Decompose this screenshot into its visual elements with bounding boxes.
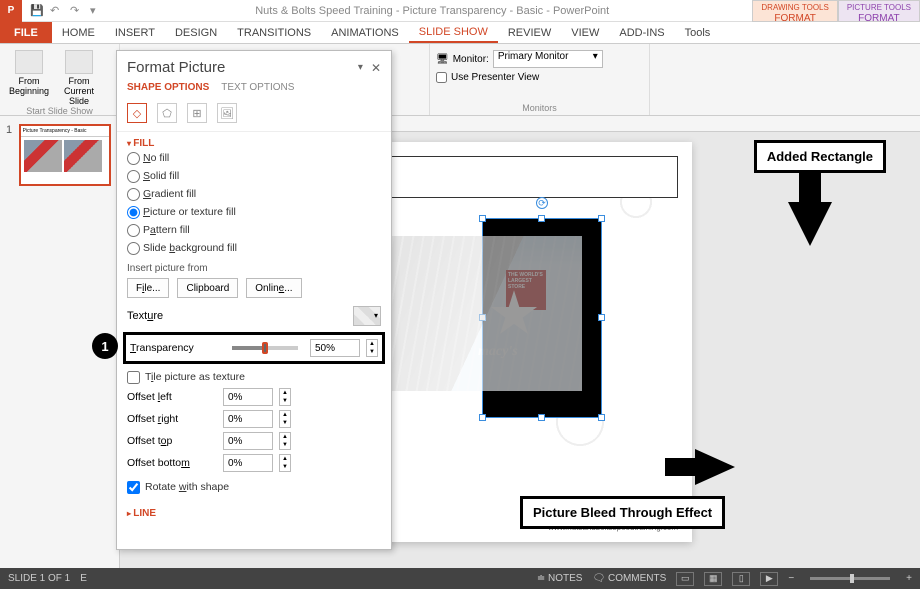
pane-dropdown-icon[interactable]: ▾	[358, 62, 363, 73]
tile-checkbox[interactable]: Tile picture as texture	[127, 368, 381, 386]
transparent-picture[interactable]: THE WORLD'S LARGEST STORE macy's	[382, 236, 582, 391]
offset-left-label: Offset left	[127, 391, 217, 403]
insert-from-label: Insert picture from	[127, 263, 381, 274]
effects-icon[interactable]: ⬠	[157, 103, 177, 123]
online-button[interactable]: Online...	[246, 278, 301, 298]
quick-access-toolbar: 💾 ↶ ↷ ▾	[22, 4, 112, 18]
from-current-icon	[65, 50, 93, 74]
offset-right-input[interactable]	[223, 410, 273, 428]
tab-home[interactable]: HOME	[52, 22, 105, 43]
save-icon[interactable]: 💾	[30, 4, 44, 18]
picture-fill-radio[interactable]: Picture or texture fill	[127, 203, 381, 221]
offset-right-label: Offset right	[127, 413, 217, 425]
line-section-header[interactable]: LINE	[127, 508, 381, 519]
solid-fill-radio[interactable]: Solid fill	[127, 167, 381, 185]
monitor-select[interactable]: Primary Monitor ▾	[493, 50, 603, 68]
rotate-handle-icon[interactable]: ⟳	[536, 197, 548, 209]
callout-added-rectangle: Added Rectangle	[754, 140, 886, 173]
ribbon-group-monitors: 🖥 Monitor: Primary Monitor ▾ Use Present…	[430, 44, 650, 115]
step-1-badge: 1	[92, 333, 118, 359]
rotate-checkbox[interactable]: Rotate with shape	[127, 478, 381, 496]
ribbon-group-start: From Beginning From Current Slide Start …	[0, 44, 120, 115]
tab-insert[interactable]: INSERT	[105, 22, 165, 43]
tab-slideshow[interactable]: SLIDE SHOW	[409, 22, 498, 43]
presenter-view-checkbox[interactable]: Use Presenter View	[436, 72, 643, 83]
zoom-out-icon[interactable]: −	[788, 573, 794, 584]
transparency-slider[interactable]	[232, 346, 298, 350]
offset-top-label: Offset top	[127, 435, 217, 447]
gradient-fill-radio[interactable]: Gradient fill	[127, 185, 381, 203]
offset-bottom-label: Offset bottom	[127, 457, 217, 469]
zoom-in-icon[interactable]: +	[906, 573, 912, 584]
slide-bg-fill-radio[interactable]: Slide background fill	[127, 239, 381, 257]
zoom-slider[interactable]	[810, 577, 890, 580]
window-title: Nuts & Bolts Speed Training - Picture Tr…	[112, 5, 752, 17]
tab-tools[interactable]: Tools	[675, 22, 721, 43]
from-current-button[interactable]: From Current Slide	[56, 46, 102, 106]
transparency-input[interactable]	[310, 339, 360, 357]
monitor-icon: 🖥	[436, 54, 449, 65]
tab-addins[interactable]: ADD-INS	[609, 22, 674, 43]
tab-file[interactable]: FILE	[0, 22, 52, 43]
lang-icon[interactable]: E	[80, 573, 87, 584]
redo-icon[interactable]: ↷	[70, 4, 84, 18]
thumb-number: 1	[6, 124, 12, 136]
texture-picker[interactable]: ▾	[353, 306, 381, 326]
offset-top-input[interactable]	[223, 432, 273, 450]
slide-thumbnail-1[interactable]: Picture Transparency - Basic	[19, 124, 111, 186]
title-bar: P 💾 ↶ ↷ ▾ Nuts & Bolts Speed Training - …	[0, 0, 920, 22]
tab-design[interactable]: DESIGN	[165, 22, 227, 43]
callout-bleed-effect: Picture Bleed Through Effect	[520, 496, 725, 529]
shape-options-tab[interactable]: SHAPE OPTIONS	[127, 82, 209, 93]
fill-section-header[interactable]: FILL	[127, 138, 381, 149]
contextual-tool-tabs: DRAWING TOOLS FORMAT PICTURE TOOLS FORMA…	[752, 0, 920, 22]
arrow-down-icon	[788, 202, 832, 246]
qat-more-icon[interactable]: ▾	[90, 4, 104, 18]
file-button[interactable]: File...	[127, 278, 169, 298]
normal-view-icon[interactable]: ▭	[676, 572, 694, 586]
slide-count: SLIDE 1 OF 1	[8, 573, 70, 584]
reading-view-icon[interactable]: ▯	[732, 572, 750, 586]
tab-animations[interactable]: ANIMATIONS	[321, 22, 409, 43]
sorter-view-icon[interactable]: ▦	[704, 572, 722, 586]
drawing-tools-tab[interactable]: DRAWING TOOLS FORMAT	[752, 0, 837, 22]
fill-line-icon[interactable]: ◇	[127, 103, 147, 123]
texture-label: Texture	[127, 310, 163, 322]
slideshow-view-icon[interactable]: ▶	[760, 572, 778, 586]
close-icon[interactable]: ✕	[371, 61, 381, 75]
ribbon-tabs: FILE HOME INSERT DESIGN TRANSITIONS ANIM…	[0, 22, 920, 44]
transparency-label: Transparency	[130, 342, 220, 354]
from-beginning-button[interactable]: From Beginning	[6, 46, 52, 106]
no-fill-radio[interactable]: No fill	[127, 149, 381, 167]
tab-transitions[interactable]: TRANSITIONS	[227, 22, 321, 43]
tab-view[interactable]: VIEW	[561, 22, 609, 43]
offset-left-input[interactable]	[223, 388, 273, 406]
notes-button[interactable]: ≐ NOTES	[537, 573, 583, 584]
size-properties-icon[interactable]: ⊞	[187, 103, 207, 123]
transparency-spinner[interactable]: ▲▼	[366, 339, 378, 357]
picture-tools-tab[interactable]: PICTURE TOOLS FORMAT	[838, 0, 920, 22]
arrow-right-icon	[695, 449, 735, 485]
undo-icon[interactable]: ↶	[50, 4, 64, 18]
status-bar: SLIDE 1 OF 1 E ≐ NOTES 🗨 COMMENTS ▭ ▦ ▯ …	[0, 568, 920, 589]
transparent-picture-group[interactable]: ⟳ THE WORLD'S LARGEST STORE macy's	[382, 236, 582, 391]
from-beginning-icon	[15, 50, 43, 74]
pane-title: Format Picture	[127, 59, 358, 76]
pattern-fill-radio[interactable]: Pattern fill	[127, 221, 381, 239]
clipboard-button[interactable]: Clipboard	[177, 278, 238, 298]
comments-button[interactable]: 🗨 COMMENTS	[592, 573, 666, 584]
format-picture-pane: Format Picture ▾ ✕ SHAPE OPTIONS TEXT OP…	[116, 50, 392, 550]
text-options-tab[interactable]: TEXT OPTIONS	[221, 82, 294, 93]
offset-bottom-input[interactable]	[223, 454, 273, 472]
tab-review[interactable]: REVIEW	[498, 22, 561, 43]
app-icon: P	[0, 0, 22, 22]
picture-icon[interactable]: 🖼	[217, 103, 237, 123]
